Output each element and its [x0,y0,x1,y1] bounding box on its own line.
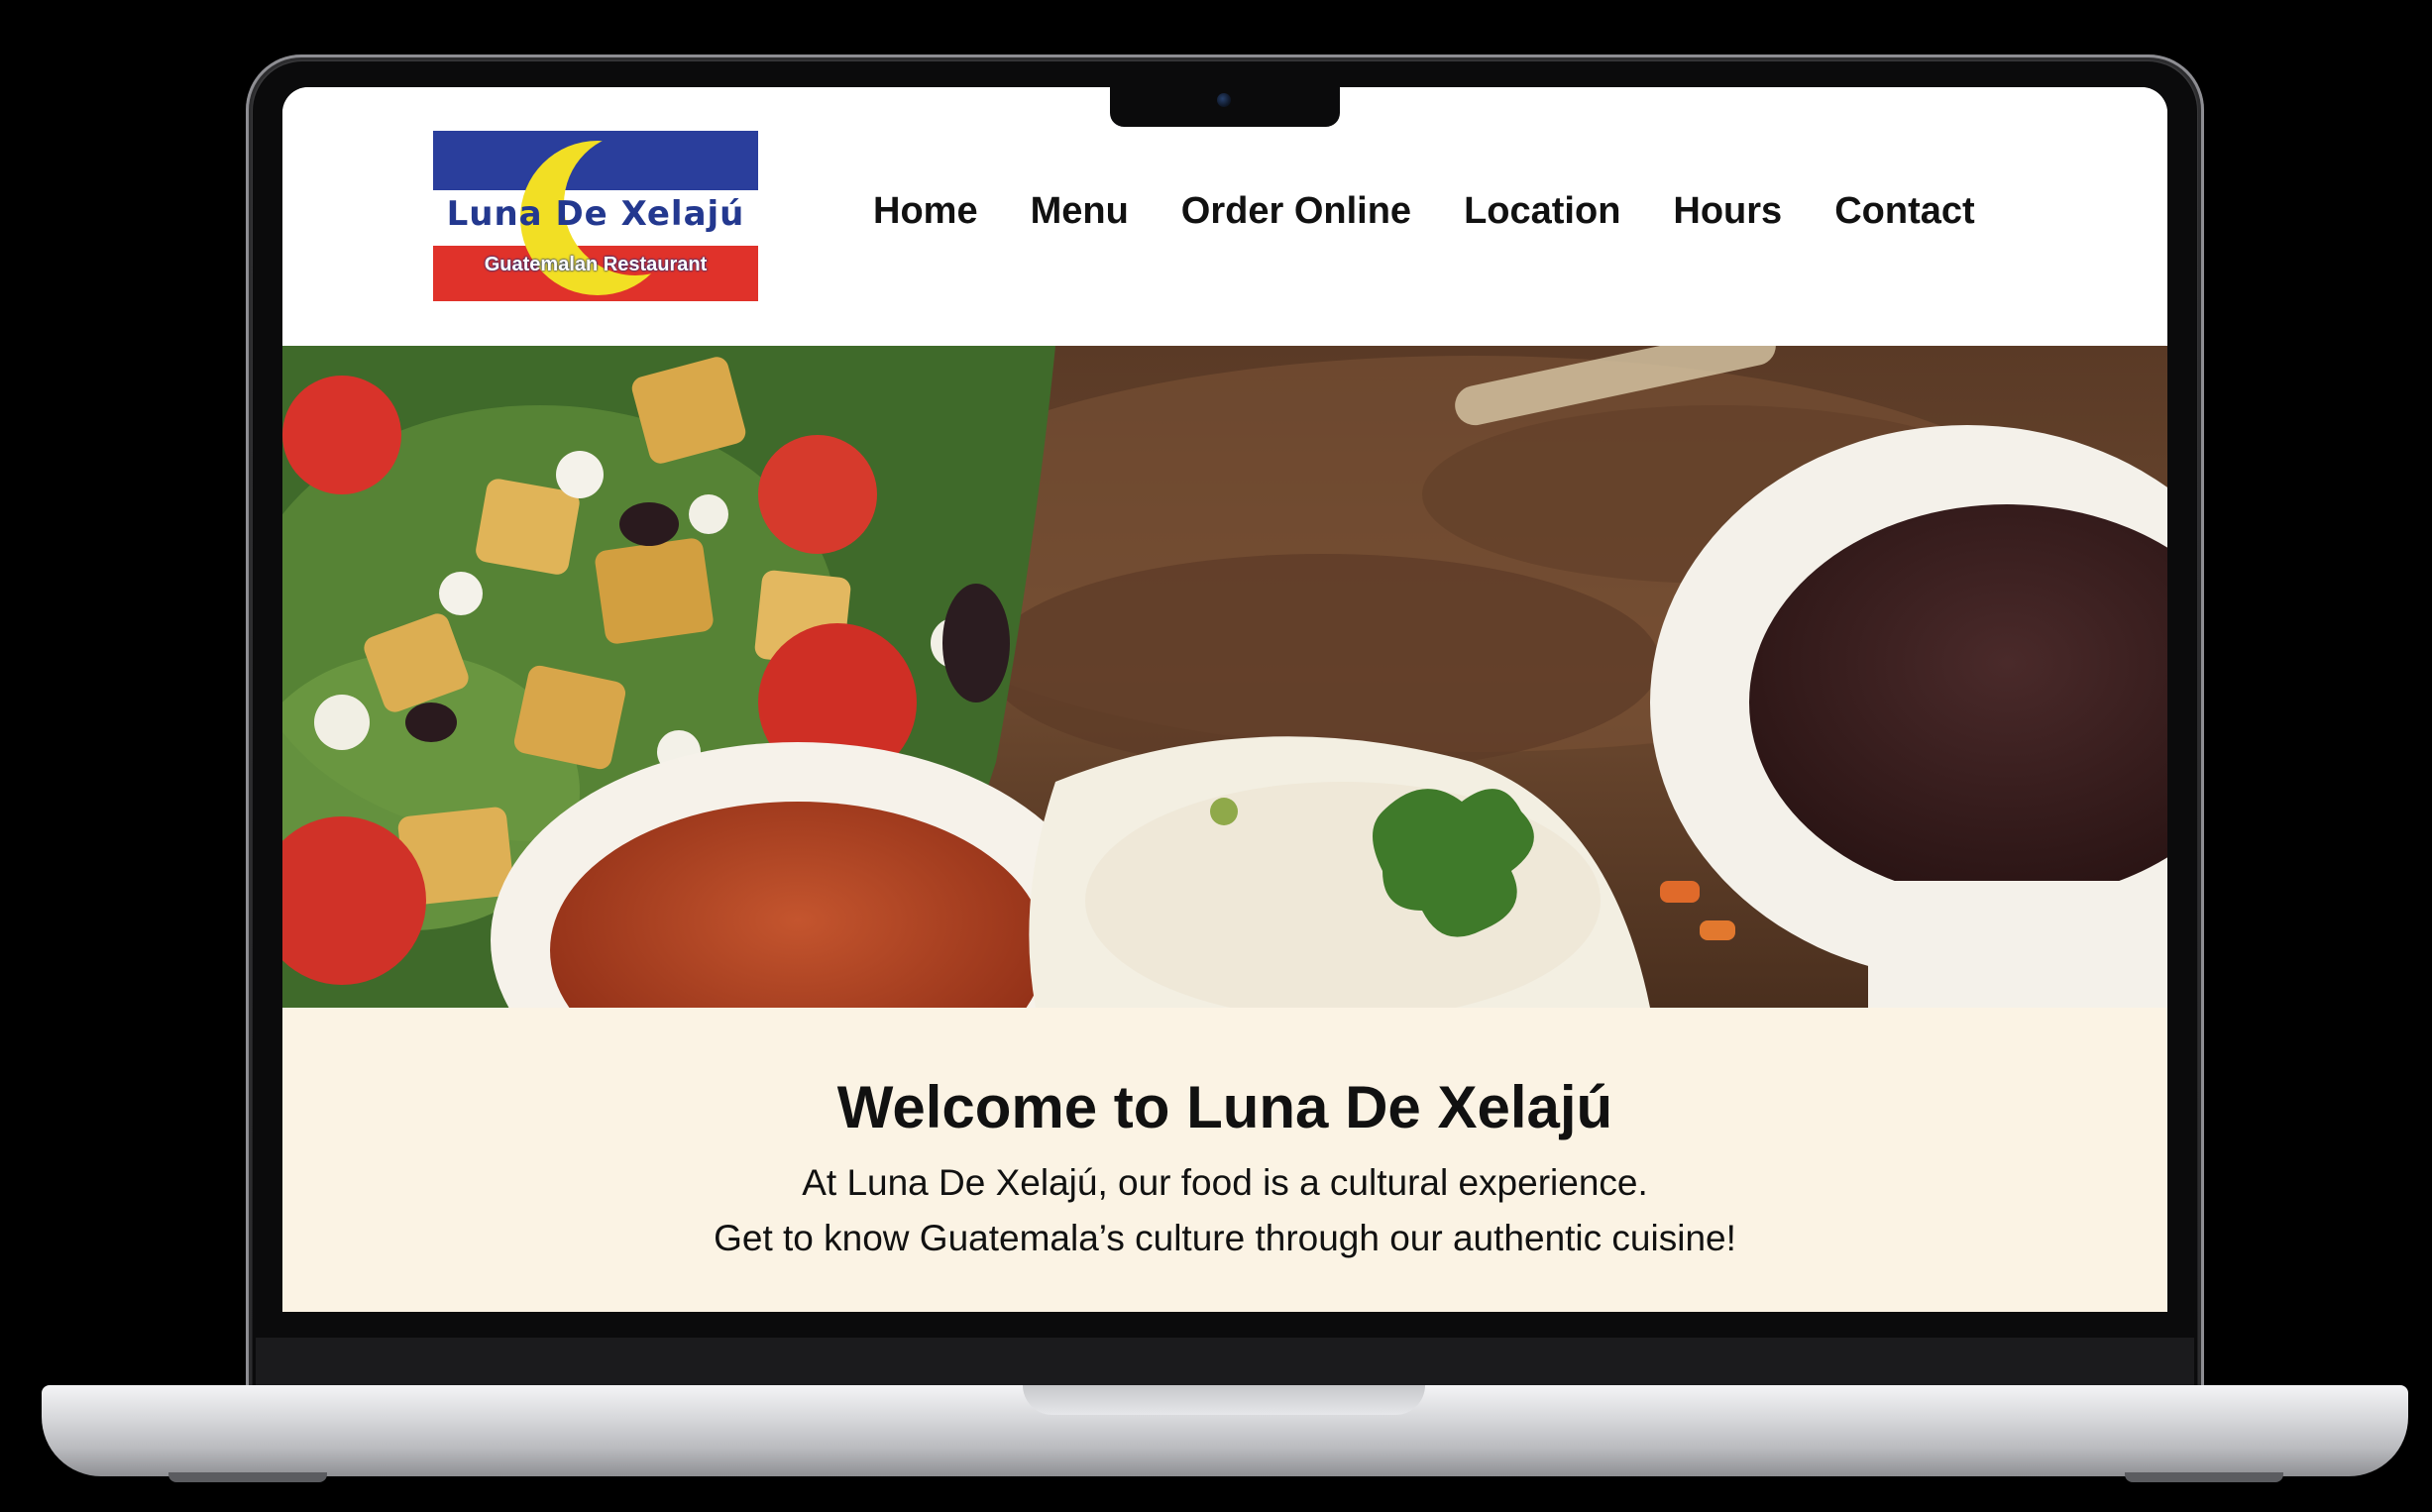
camera-icon [1217,93,1231,107]
laptop-foot-right [2125,1472,2283,1482]
laptop-mockup: Luna De Xelajú Guatemalan Restaurant Hom… [0,0,2432,1512]
nav-home[interactable]: Home [873,190,978,233]
nav-location[interactable]: Location [1464,190,1620,233]
welcome-section: Welcome to Luna De Xelajú At Luna De Xel… [282,1008,2167,1312]
screen-notch [1110,87,1340,127]
restaurant-logo[interactable]: Luna De Xelajú Guatemalan Restaurant [433,131,758,301]
welcome-text-line-2: Get to know Guatemala’s culture through … [714,1218,1736,1258]
main-nav: Home Menu Order Online Location Hours Co… [873,190,2028,233]
nav-hours[interactable]: Hours [1673,190,1782,233]
laptop-chin [256,1338,2194,1389]
welcome-text-line-1: At Luna De Xelajú, our food is a cultura… [802,1162,1648,1203]
food-photo [282,346,2167,1008]
hero-food-image [282,346,2167,1008]
laptop-foot-left [168,1472,327,1482]
nav-menu[interactable]: Menu [1031,190,1129,233]
nav-order-online[interactable]: Order Online [1181,190,1411,233]
logo-tagline: Guatemalan Restaurant [484,254,708,275]
logo-name: Luna De Xelajú [446,194,745,234]
laptop-screen: Luna De Xelajú Guatemalan Restaurant Hom… [282,87,2167,1312]
welcome-heading: Welcome to Luna De Xelajú [836,1074,1613,1140]
nav-contact[interactable]: Contact [1834,190,1974,233]
laptop-base-groove [1023,1385,1425,1415]
